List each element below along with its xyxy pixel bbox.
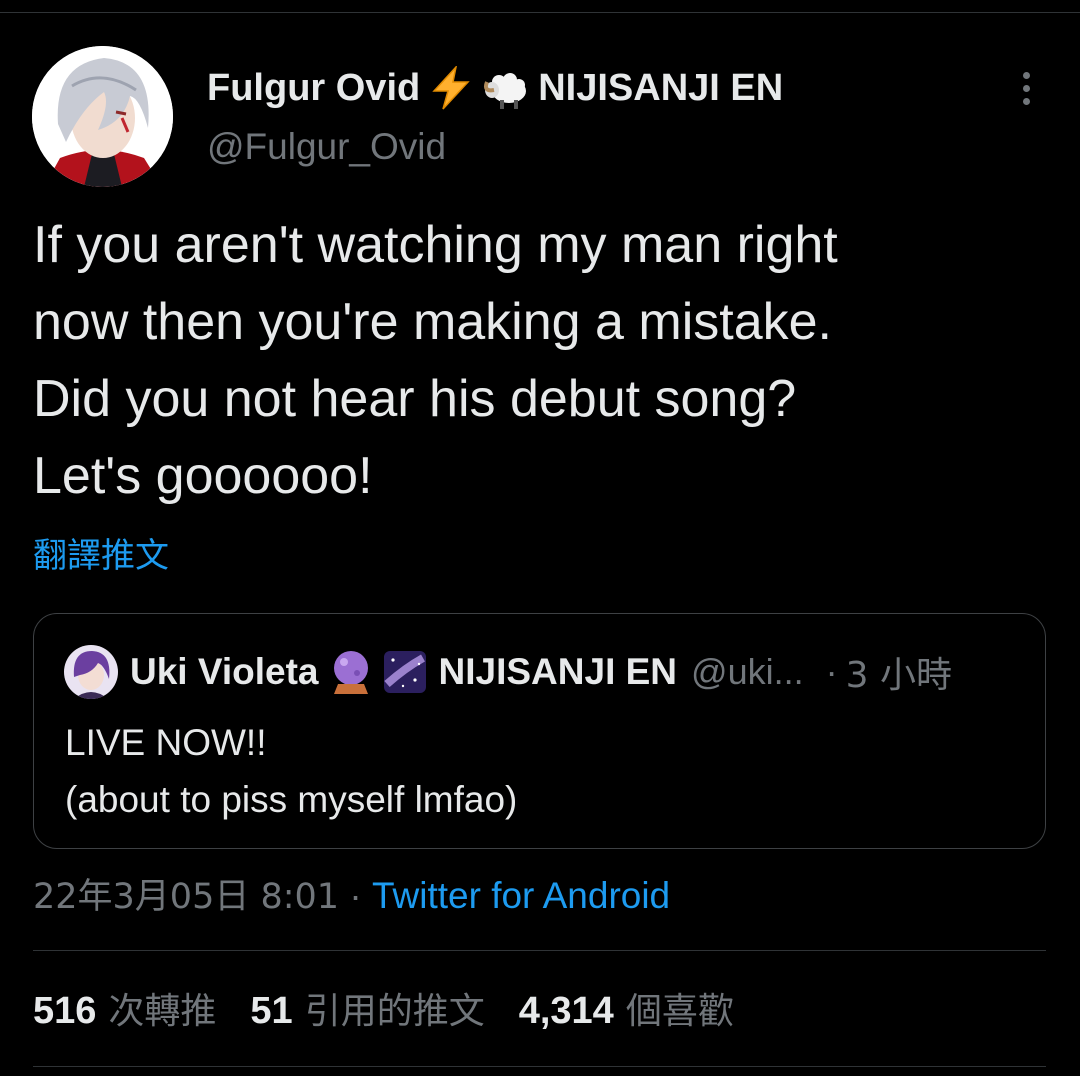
tweet-stats: 516 次轉推 51 引用的推文 4,314 個喜歡 [33, 982, 768, 1034]
quote-tweets-label: 引用的推文 [304, 991, 485, 1032]
retweets-stat[interactable]: 516 次轉推 [33, 982, 216, 1034]
quoted-timestamp: 3 小時 [845, 655, 952, 696]
meta-separator: · [349, 875, 362, 916]
tweet-source-link[interactable]: Twitter for Android [372, 875, 670, 916]
divider [33, 950, 1046, 951]
quote-tweets-count: 51 [250, 990, 293, 1032]
lightning-emoji [432, 66, 470, 110]
tweet-text: If you aren't watching my man right now … [33, 216, 838, 505]
quoted-author-name: Uki Violeta [130, 651, 319, 692]
more-dot-icon [1022, 97, 1030, 105]
quoted-tweet-text: LIVE NOW!! (about to piss myself lmfao) [65, 722, 518, 820]
quoted-author-avatar [64, 645, 118, 699]
author-display-name[interactable]: Fulgur Ovid [207, 67, 420, 110]
author-handle[interactable]: @Fulgur_Ovid [207, 126, 446, 168]
divider [33, 1066, 1046, 1067]
likes-count: 4,314 [518, 990, 614, 1032]
milky-way-emoji [383, 651, 426, 693]
more-options-button[interactable] [1006, 64, 1046, 112]
ram-emoji [484, 73, 527, 109]
quoted-author-org: NIJISANJI EN [438, 651, 678, 692]
author-name-row[interactable]: Fulgur Ovid NIJISANJI EN [207, 64, 783, 112]
quote-tweets-stat[interactable]: 51 引用的推文 [250, 982, 484, 1034]
tweet-meta: 22年3月05日 8:01 · Twitter for Android [33, 868, 670, 919]
author-org: NIJISANJI EN [538, 66, 784, 109]
retweets-label: 次轉推 [108, 991, 217, 1032]
likes-stat[interactable]: 4,314 個喜歡 [519, 982, 734, 1034]
tweet-timestamp[interactable]: 22年3月05日 8:01 [33, 877, 339, 917]
translate-tweet-link[interactable]: 翻譯推文 [33, 528, 169, 577]
quoted-author-handle: @uki... [691, 651, 804, 692]
quoted-tweet-card[interactable]: Uki Violeta NIJISANJI EN @uki... · 3 小時 … [33, 613, 1046, 849]
likes-label: 個喜歡 [625, 991, 734, 1032]
crystal-ball-emoji [333, 651, 368, 694]
quoted-tweet-header: Uki Violeta NIJISANJI EN @uki... · 3 小時 [64, 644, 1029, 700]
author-avatar[interactable] [32, 46, 173, 187]
retweets-count: 516 [33, 990, 97, 1032]
top-divider [0, 12, 1080, 13]
quoted-separator: · [825, 651, 838, 692]
more-dot-icon [1022, 71, 1030, 79]
more-dot-icon [1022, 84, 1030, 92]
